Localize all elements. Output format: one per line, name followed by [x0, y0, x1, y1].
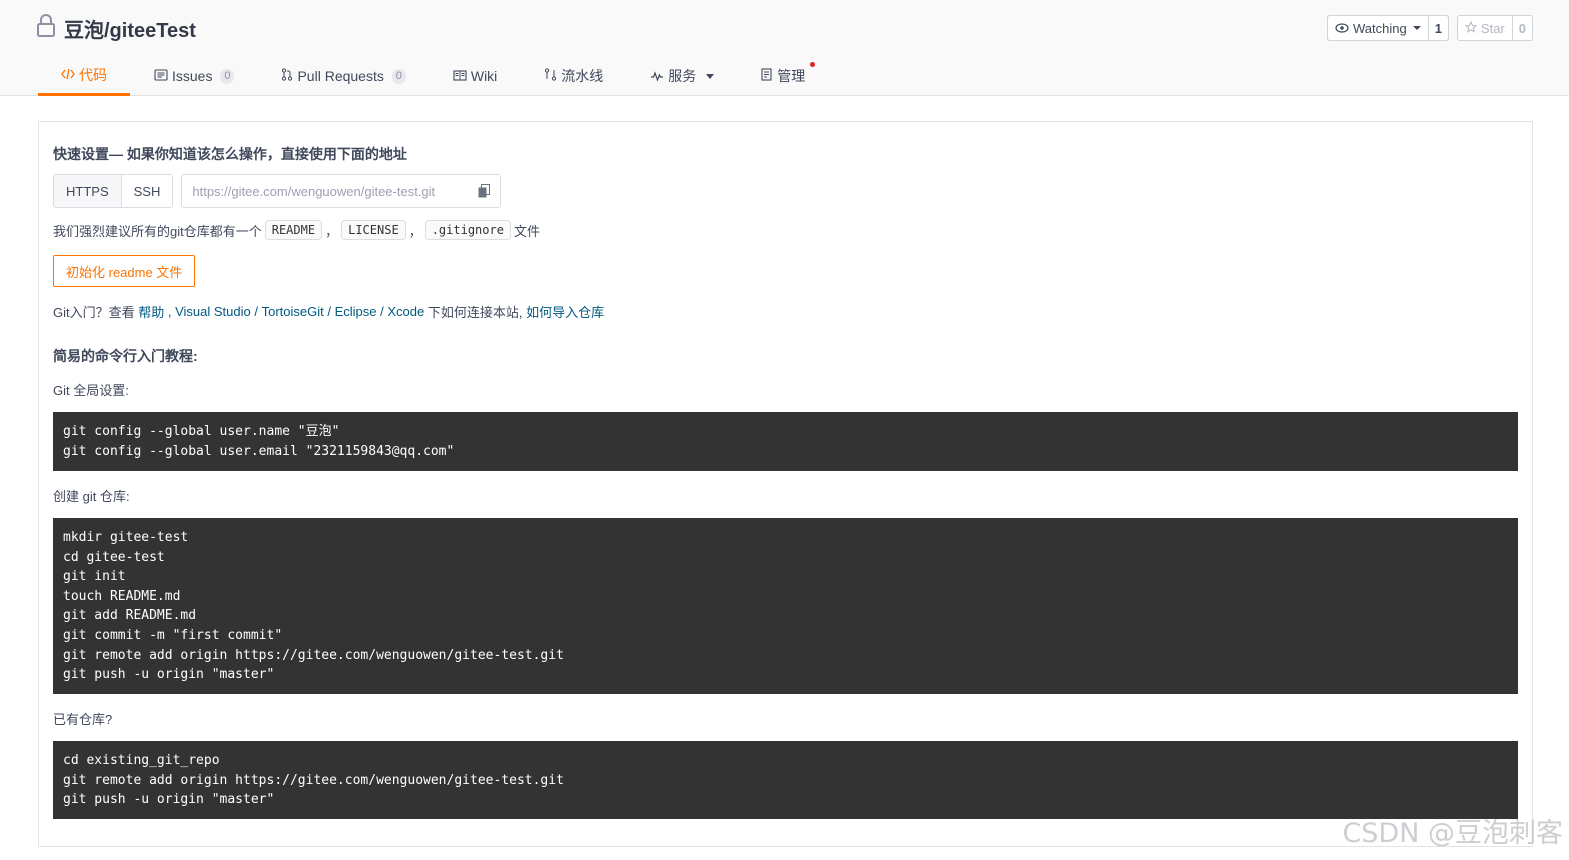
visual-studio-link[interactable]: Visual Studio [175, 304, 251, 319]
manage-icon [761, 68, 773, 84]
clone-url-input[interactable]: https://gitee.com/wenguowen/gitee-test.g… [181, 174, 502, 208]
create-repo-label: 创建 git 仓库: [53, 489, 130, 504]
eye-icon [1335, 21, 1349, 36]
quick-setup-card: 快速设置— 如果你知道该怎么操作，直接使用下面的地址 HTTPS SSH htt… [38, 121, 1533, 847]
notification-dot [810, 62, 816, 67]
gitignore-tag: .gitignore [424, 220, 511, 240]
service-icon [650, 68, 664, 84]
help-sep-2: / [250, 304, 262, 319]
watch-button[interactable]: Watching [1326, 15, 1429, 41]
https-button[interactable]: HTTPS [53, 174, 122, 208]
issues-count-badge: 0 [220, 68, 235, 84]
tab-wiki[interactable]: Wiki [430, 56, 520, 96]
star-button[interactable]: Star [1456, 15, 1513, 41]
existing-repo-label: 已有仓库? [53, 712, 113, 727]
repo-actions: Watching 1 Star 0 [1326, 15, 1533, 41]
help-prefix: Git入门？查看 [53, 305, 139, 320]
help-middle: 下如何连接本站, [424, 305, 527, 320]
help-line: Git入门？查看 帮助 , Visual Studio / TortoiseGi… [53, 302, 604, 321]
copy-icon[interactable] [478, 184, 491, 201]
repo-header: 豆泡/giteeTest Watching 1 Star 0 代码 Issues… [0, 0, 1569, 96]
tutorial-title: 简易的命令行入门教程: [53, 348, 198, 364]
caret-down-icon [1412, 26, 1421, 30]
clone-url-text: https://gitee.com/wenguowen/gitee-test.g… [192, 183, 436, 199]
xcode-link[interactable]: Xcode [387, 304, 424, 319]
tab-issues-label: Issues [172, 68, 213, 84]
import-repo-link[interactable]: 如何导入仓库 [526, 302, 604, 321]
eclipse-link[interactable]: Eclipse [335, 304, 377, 319]
tab-service-label: 服务 [668, 68, 697, 84]
existing-repo-code: cd existing_git_repo git remote add orig… [53, 741, 1518, 819]
clone-url-bar: HTTPS SSH https://gitee.com/wenguowen/gi… [53, 174, 502, 208]
help-sep-1: , [164, 304, 176, 319]
recommend-prefix: 我们强烈建议所有的git仓库都有一个 [53, 223, 262, 239]
star-count[interactable]: 0 [1512, 15, 1533, 41]
tab-pull-requests[interactable]: Pull Requests 0 [258, 56, 428, 96]
chevron-down-icon [706, 73, 715, 79]
tab-manage-label: 管理 [777, 68, 806, 84]
init-readme-button[interactable]: 初始化 readme 文件 [53, 255, 196, 287]
pipeline-icon [544, 68, 557, 84]
recommend-line: 我们强烈建议所有的git仓库都有一个 README ， LICENSE ， .g… [53, 220, 540, 240]
license-tag: LICENSE [341, 220, 406, 240]
tab-service[interactable]: 服务 [627, 56, 737, 96]
help-sep-3: / [323, 304, 335, 319]
tortoisegit-link[interactable]: TortoiseGit [262, 304, 324, 319]
protocol-switch: HTTPS SSH [53, 174, 174, 208]
tab-pipeline[interactable]: 流水线 [521, 56, 626, 96]
recommend-suffix: 文件 [513, 223, 540, 239]
star-icon [1464, 20, 1478, 36]
repo-title-bar: 豆泡/giteeTest [36, 13, 196, 43]
watch-count[interactable]: 1 [1428, 15, 1449, 41]
tab-pipeline-label: 流水线 [561, 68, 604, 84]
wiki-icon [453, 68, 467, 84]
tab-issues[interactable]: Issues 0 [131, 56, 257, 96]
issues-icon [154, 68, 168, 84]
tab-manage[interactable]: 管理 [738, 56, 828, 96]
tab-pull-requests-label: Pull Requests [297, 68, 384, 84]
create-repo-code: mkdir gitee-test cd gitee-test git init … [53, 518, 1518, 694]
lock-icon [36, 13, 56, 43]
repo-name[interactable]: 豆泡/giteeTest [64, 14, 196, 43]
star-label: Star [1480, 20, 1505, 36]
pull-request-icon [281, 68, 293, 84]
repo-tabs: 代码 Issues 0 Pull Requests 0 Wiki 流水线 服务 … [38, 56, 829, 96]
readme-tag: README [264, 220, 323, 240]
recommend-sep-2: ， [408, 223, 422, 239]
global-settings-label: Git 全局设置: [53, 383, 129, 398]
pull-requests-count-badge: 0 [391, 68, 406, 84]
tab-wiki-label: Wiki [470, 68, 498, 84]
ssh-button[interactable]: SSH [121, 174, 174, 208]
global-settings-code: git config --global user.name "豆泡" git c… [53, 412, 1518, 471]
tab-code[interactable]: 代码 [38, 56, 130, 96]
csdn-watermark: CSDN @豆泡刺客 [1342, 818, 1563, 849]
help-link[interactable]: 帮助 [138, 302, 164, 321]
code-icon [61, 67, 75, 83]
quick-setup-title: 快速设置— 如果你知道该怎么操作，直接使用下面的地址 [53, 146, 407, 162]
help-sep-4: / [376, 304, 388, 319]
recommend-sep-1: ， [325, 223, 339, 239]
star-group: Star 0 [1456, 15, 1533, 41]
watch-group: Watching 1 [1326, 15, 1449, 41]
tab-code-label: 代码 [79, 66, 107, 83]
watch-label: Watching [1352, 20, 1407, 36]
